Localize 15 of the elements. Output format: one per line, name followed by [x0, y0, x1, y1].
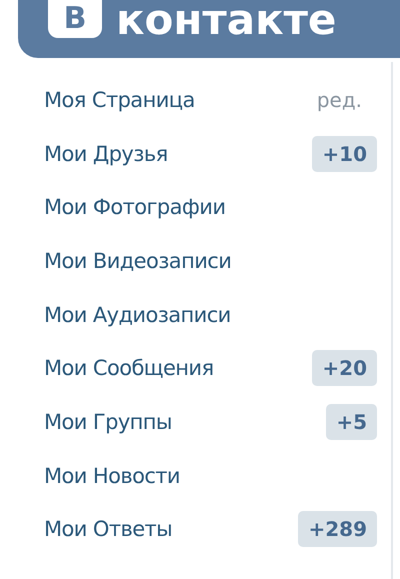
menu-link[interactable]: Мои Аудиозаписи [44, 302, 231, 327]
count-badge: +20 [312, 350, 377, 386]
count-badge: +10 [312, 136, 377, 172]
menu-link[interactable]: Мои Фотографии [44, 195, 226, 220]
menu-link[interactable]: Мои Группы [44, 410, 172, 434]
menu-link[interactable]: Мои Ответы [44, 517, 172, 542]
logo-text: контакте [116, 0, 336, 40]
menu-link[interactable]: Моя Страница [44, 88, 195, 112]
menu-link[interactable]: Мои Сообщения [44, 356, 214, 380]
count-badge: +5 [326, 404, 377, 440]
logo-letter: В [48, 0, 102, 38]
count-badge: +289 [298, 511, 377, 548]
menu-link[interactable]: Мои Новости [44, 464, 180, 488]
menu-link[interactable]: Мои Друзья [44, 142, 168, 166]
menu-link[interactable]: Мои Видеозаписи [44, 248, 232, 273]
